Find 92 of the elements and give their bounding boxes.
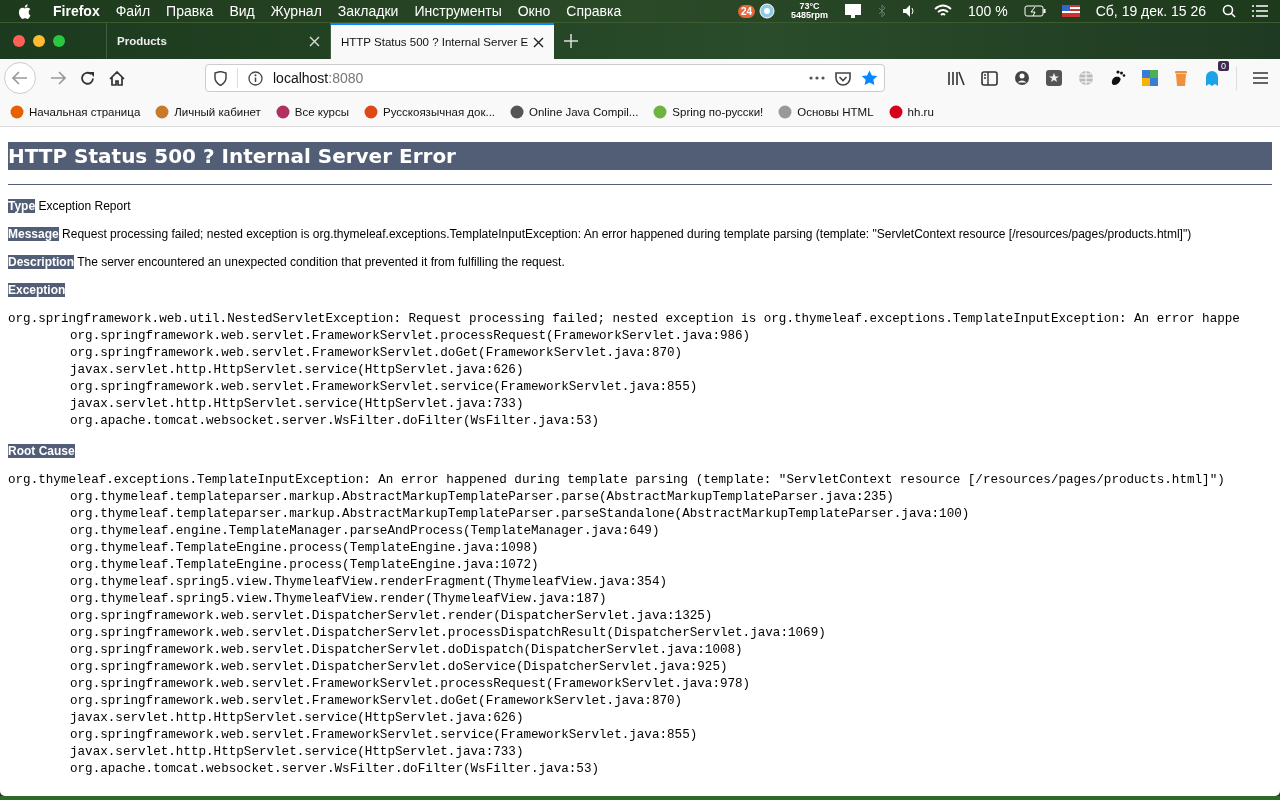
wifi-icon[interactable] xyxy=(934,4,953,18)
close-window-button[interactable] xyxy=(13,35,25,47)
flag-icon[interactable] xyxy=(1061,5,1080,17)
stack-trace-line: org.springframework.web.servlet.FrameworkServlet.doGet(FrameworkServlet.java:870) xyxy=(69,693,683,710)
site-icon xyxy=(888,104,903,119)
bookmark[interactable]: Основы HTML xyxy=(778,104,874,119)
menu-item[interactable]: Правка xyxy=(166,3,214,19)
stack-trace-line: org.springframework.web.servlet.FrameworkServlet.doGet(FrameworkServlet.java:870) xyxy=(69,345,683,362)
bookmark[interactable]: Online Java Compil... xyxy=(510,104,639,119)
bookmark[interactable]: Spring по-русски! xyxy=(653,104,764,119)
footprint-icon[interactable] xyxy=(1110,70,1126,86)
menu-item[interactable]: Окно xyxy=(517,3,551,19)
site-icon xyxy=(10,104,24,119)
stack-trace-line: org.thymeleaf.engine.TemplateManager.parseAndProcess(TemplateManager.java:649) xyxy=(69,523,660,540)
menu-item[interactable]: Инструменты xyxy=(414,3,502,19)
stack-trace-line: javax.servlet.http.HttpServlet.service(HttpServlet.java:626) xyxy=(69,710,524,727)
extension-badge: 0 xyxy=(1218,61,1229,71)
bookmark[interactable]: hh.ru xyxy=(888,104,934,119)
home-icon[interactable] xyxy=(109,70,125,86)
account-icon[interactable] xyxy=(1014,70,1030,86)
site-icon xyxy=(155,104,170,119)
stack-trace-line: org.springframework.web.servlet.FrameworkServlet.processRequest(FrameworkServlet.java:986) xyxy=(69,328,751,345)
battery-icon[interactable] xyxy=(1023,5,1046,17)
stack-trace-line: org.springframework.web.util.NestedServletException: Request processing failed; nested exception is org.thymeleaf.exceptions.TemplateInputException: An error happe xyxy=(8,311,1240,328)
browser-tab[interactable]: HTTP Status 500 ? Internal Server E xyxy=(330,23,554,59)
bluetooth-icon[interactable] xyxy=(878,4,887,18)
menu-item[interactable]: Справка xyxy=(566,3,622,19)
bookmark[interactable]: Начальная страница xyxy=(10,104,141,119)
stack-trace-line: org.thymeleaf.spring5.view.ThymeleafView.renderFragment(ThymeleafView.java:354) xyxy=(69,574,668,591)
pocket-icon[interactable] xyxy=(835,70,851,86)
stack-trace-line: org.apache.tomcat.websocket.server.WsFilter.doFilter(WsFilter.java:53) xyxy=(69,413,600,430)
stack-trace-line: javax.servlet.http.HttpServlet.service(HttpServlet.java:733) xyxy=(69,744,524,761)
site-icon xyxy=(778,104,793,119)
zoom-window-button[interactable] xyxy=(53,35,65,47)
stack-trace-line: org.springframework.web.servlet.FrameworkServlet.processRequest(FrameworkServlet.java:978) xyxy=(69,676,751,693)
apple-logo-icon[interactable] xyxy=(18,3,31,19)
report-field: Message Request processing failed; nested exception is org.thymeleaf.exceptions.TemplateInputException: An error happened during template parsing (template: "ServletContext resource [/resources/pages/products.html]") xyxy=(8,225,1272,243)
stack-trace-line: org.thymeleaf.TemplateEngine.process(TemplateEngine.java:1098) xyxy=(69,540,539,557)
stack-trace-line: org.apache.tomcat.websocket.server.WsFilter.doFilter(WsFilter.java:53) xyxy=(69,761,600,778)
clock[interactable]: Сб, 19 дек. 15 26 xyxy=(1095,3,1206,19)
stack-trace-line: javax.servlet.http.HttpServlet.service(HttpServlet.java:733) xyxy=(69,396,524,413)
list-icon[interactable] xyxy=(1252,5,1268,17)
sidebar-icon[interactable] xyxy=(981,70,998,86)
stack-trace-line: org.springframework.web.servlet.DispatcherServlet.processDispatchResult(DispatcherServlet.java:1069) xyxy=(69,625,826,642)
section-heading: Root Cause xyxy=(8,444,75,458)
section-heading: Exception xyxy=(8,283,66,297)
report-field: Description The server encountered an unexpected condition that prevented it from fulfilling the request. xyxy=(8,253,1272,271)
site-icon xyxy=(653,104,668,119)
stack-trace-line: org.springframework.web.servlet.FrameworkServlet.service(FrameworkServlet.java:855) xyxy=(69,379,698,396)
stack-trace-line: org.thymeleaf.TemplateEngine.process(TemplateEngine.java:1072) xyxy=(69,557,539,574)
stack-trace-line: org.thymeleaf.templateparser.markup.AbstractMarkupTemplateParser.parse(AbstractMarkupTemplateParser.java:235) xyxy=(69,489,894,506)
bookmark[interactable]: Все курсы xyxy=(275,104,350,119)
info-icon[interactable] xyxy=(248,70,263,86)
back-icon xyxy=(12,71,28,85)
menu-icon[interactable] xyxy=(1253,72,1268,84)
shield-icon[interactable] xyxy=(214,70,227,86)
address-bar[interactable]: localhost:8080 xyxy=(205,64,885,92)
menu-item[interactable]: Файл xyxy=(115,3,151,19)
ghost-icon[interactable] xyxy=(1204,70,1220,86)
star-icon[interactable] xyxy=(861,70,878,86)
sensor-readings[interactable]: 73°C 5485rpm xyxy=(791,2,829,20)
minimize-window-button[interactable] xyxy=(33,35,45,47)
search-icon[interactable] xyxy=(1222,4,1236,18)
extension-icon[interactable] xyxy=(1046,70,1062,86)
stack-trace-line: org.thymeleaf.templateparser.markup.AbstractMarkupTemplateParser.parseStandalone(AbstractMarkupTemplateParser.java:100) xyxy=(69,506,970,523)
site-icon xyxy=(364,104,379,119)
stack-trace-line: org.springframework.web.servlet.FrameworkServlet.service(FrameworkServlet.java:855) xyxy=(69,727,698,744)
app-menu[interactable]: Firefox xyxy=(53,3,100,19)
stack-trace-line: org.springframework.web.servlet.DispatcherServlet.doDispatch(DispatcherServlet.java:1008) xyxy=(69,642,743,659)
library-icon[interactable] xyxy=(947,70,965,86)
menu-item[interactable]: Вид xyxy=(229,3,255,19)
site-icon xyxy=(275,104,290,119)
site-icon xyxy=(510,104,525,119)
bookmark[interactable]: Личный кабинет xyxy=(155,104,261,119)
stack-trace-line: org.thymeleaf.spring5.view.ThymeleafView.render(ThymeleafView.java:187) xyxy=(69,591,607,608)
menu-item[interactable]: Журнал xyxy=(270,3,322,19)
reload-icon[interactable] xyxy=(80,70,95,86)
forward-icon[interactable] xyxy=(50,71,66,85)
menu-item[interactable]: Закладки xyxy=(337,3,399,19)
stack-trace-line: org.thymeleaf.exceptions.TemplateInputException: An error happened during template parsing (template: "ServletContext resource [/resources/pages/products.html]") xyxy=(8,472,1225,489)
battery-percent[interactable]: 100 % xyxy=(968,3,1008,19)
bookmark[interactable]: Русскоязычная док... xyxy=(364,104,496,119)
more-icon[interactable] xyxy=(809,76,825,80)
page-title: HTTP Status 500 ? Internal Server Error xyxy=(8,142,1272,170)
display-icon[interactable] xyxy=(844,3,863,19)
stack-trace-line: org.springframework.web.servlet.DispatcherServlet.doService(DispatcherServlet.java:925) xyxy=(69,659,728,676)
close-icon[interactable] xyxy=(533,36,544,48)
stack-trace-line: org.springframework.web.servlet.DispatcherServlet.render(DispatcherServlet.java:1325) xyxy=(69,608,713,625)
stack-trace-line: javax.servlet.http.HttpServlet.service(HttpServlet.java:626) xyxy=(69,362,524,379)
report-field: Type Exception Report xyxy=(8,197,1272,215)
url-text: localhost:8080 xyxy=(273,70,364,86)
new-tab-icon[interactable] xyxy=(564,34,578,48)
